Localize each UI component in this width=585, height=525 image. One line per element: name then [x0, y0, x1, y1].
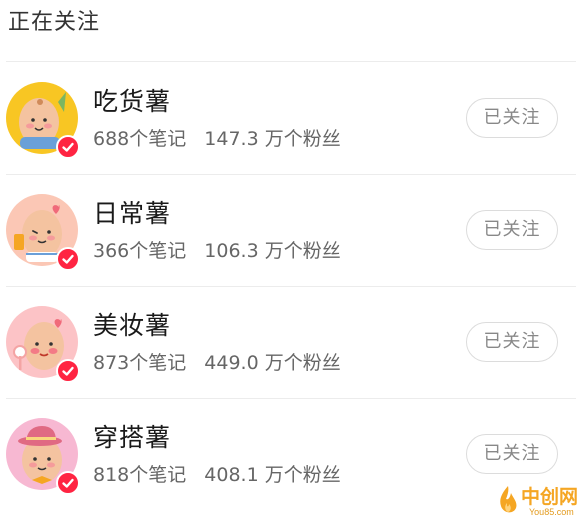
avatar[interactable] [6, 194, 80, 271]
account-name[interactable]: 吃货薯 [93, 82, 171, 118]
followed-button[interactable]: 已关注 [466, 98, 558, 138]
checkmark-icon [62, 142, 74, 152]
verified-badge [56, 135, 80, 159]
account-stats: 873个笔记 449.0 万个粉丝 [93, 348, 341, 375]
list-item[interactable]: 日常薯 366个笔记 106.3 万个粉丝 已关注 [0, 174, 585, 286]
account-stats: 688个笔记 147.3 万个粉丝 [93, 124, 341, 151]
followed-button[interactable]: 已关注 [466, 210, 558, 250]
page-title: 正在关注 [8, 10, 101, 35]
account-stats: 818个笔记 408.1 万个粉丝 [93, 460, 341, 487]
fans-count: 449.0 万个粉丝 [204, 352, 341, 374]
avatar[interactable] [6, 306, 80, 383]
verified-badge [56, 247, 80, 271]
notes-count: 818个笔记 [93, 464, 187, 486]
checkmark-icon [62, 478, 74, 488]
notes-count: 366个笔记 [93, 240, 187, 262]
fans-count: 147.3 万个粉丝 [204, 128, 341, 150]
fans-count: 106.3 万个粉丝 [204, 240, 341, 262]
flame-logo-icon [500, 486, 517, 513]
watermark-subtitle: You85.com [529, 507, 574, 517]
fans-count: 408.1 万个粉丝 [204, 464, 341, 486]
account-name[interactable]: 美妆薯 [93, 306, 171, 342]
avatar[interactable] [6, 82, 80, 159]
avatar[interactable] [6, 418, 80, 495]
followed-button[interactable]: 已关注 [466, 322, 558, 362]
checkmark-icon [62, 254, 74, 264]
notes-count: 688个笔记 [93, 128, 187, 150]
checkmark-icon [62, 366, 74, 376]
notes-count: 873个笔记 [93, 352, 187, 374]
watermark-title: 中创网 [521, 486, 579, 508]
list-item[interactable]: 吃货薯 688个笔记 147.3 万个粉丝 已关注 [0, 62, 585, 174]
account-name[interactable]: 日常薯 [93, 194, 171, 230]
watermark: 中创网 You85.com [497, 478, 585, 524]
account-name[interactable]: 穿搭薯 [93, 418, 171, 454]
verified-badge [56, 359, 80, 383]
account-stats: 366个笔记 106.3 万个粉丝 [93, 236, 341, 263]
list-item[interactable]: 美妆薯 873个笔记 449.0 万个粉丝 已关注 [0, 286, 585, 398]
followed-button[interactable]: 已关注 [466, 434, 558, 474]
verified-badge [56, 471, 80, 495]
